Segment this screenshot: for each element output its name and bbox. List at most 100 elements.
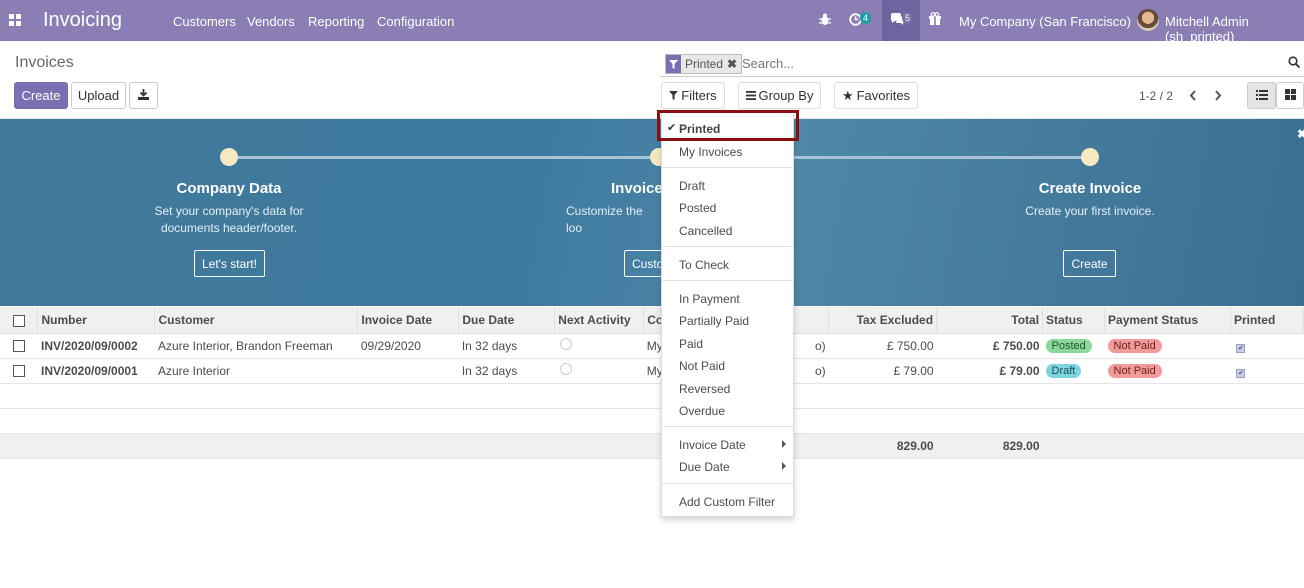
step-desc-company-data: Set your company's data for documents he… (154, 204, 304, 235)
filter-item-printed[interactable]: Printed (679, 122, 720, 136)
cell-customer: Azure Interior (154, 358, 358, 384)
dropdown-divider (662, 167, 793, 168)
pager-value[interactable]: 1-2 / 2 (1139, 89, 1173, 103)
table-row[interactable]: INV/2020/09/0002 Azure Interior, Brandon… (0, 333, 1304, 359)
column-payment-status[interactable]: Payment Status (1104, 307, 1231, 334)
printed-checkbox: ✔ (1236, 368, 1246, 378)
column-number[interactable]: Number (37, 307, 156, 334)
filters-label: Filters (681, 88, 717, 103)
filters-dropdown: ✔ Printed My Invoices Draft Posted Cance… (657, 110, 799, 517)
cell-invoice-date (357, 358, 459, 384)
filter-item-paid[interactable]: Paid (679, 337, 703, 351)
caret-right-icon (782, 462, 786, 470)
control-panel: Invoices Create Upload Printed ✖ Filters… (0, 41, 1304, 119)
empty-row (0, 383, 1304, 409)
customize-button[interactable]: Custo (624, 250, 664, 277)
company-switcher[interactable]: My Company (San Francisco) (959, 14, 1131, 29)
checkmark-icon: ✔ (667, 122, 677, 134)
filter-item-my-invoices[interactable]: My Invoices (679, 145, 742, 159)
menu-reporting[interactable]: Reporting (308, 14, 364, 29)
add-custom-filter[interactable]: Add Custom Filter (679, 495, 775, 509)
menu-configuration[interactable]: Configuration (377, 14, 454, 29)
message-count-badge: 5 (902, 12, 914, 24)
app-title[interactable]: Invoicing (43, 9, 122, 32)
gift-icon[interactable] (929, 12, 941, 28)
search-input[interactable] (742, 56, 1262, 71)
row-checkbox[interactable] (13, 340, 25, 353)
list-bars-icon (745, 88, 756, 103)
create-button[interactable]: Create (14, 82, 68, 109)
column-tax-excluded[interactable]: Tax Excluded (828, 307, 938, 334)
filter-item-invoice-date[interactable]: Invoice Date (679, 438, 746, 452)
user-menu[interactable]: Mitchell Admin (sh_printed) (1165, 14, 1304, 44)
menu-customers[interactable]: Customers (173, 14, 236, 29)
sum-tax-excluded: 829.00 (828, 433, 937, 459)
filter-item-in-payment[interactable]: In Payment (679, 292, 740, 306)
table-row[interactable]: INV/2020/09/0001 Azure Interior In 32 da… (0, 358, 1304, 384)
menu-vendors[interactable]: Vendors (247, 14, 295, 29)
column-due-date[interactable]: Due Date (458, 307, 556, 334)
filter-item-overdue[interactable]: Overdue (679, 404, 725, 418)
filter-item-not-paid[interactable]: Not Paid (679, 359, 725, 373)
filter-facet[interactable]: Printed ✖ (665, 54, 743, 74)
column-printed[interactable]: Printed (1230, 307, 1304, 334)
filters-button[interactable]: Filters (661, 82, 725, 109)
cell-total: £ 750.00 (936, 333, 1043, 359)
row-checkbox[interactable] (13, 365, 25, 378)
user-avatar[interactable] (1137, 9, 1159, 31)
step-dot-company (220, 148, 238, 166)
activity-count-badge: 4 (860, 12, 872, 24)
filter-item-posted[interactable]: Posted (679, 201, 716, 215)
column-invoice-date[interactable]: Invoice Date (357, 307, 460, 334)
select-all-checkbox-cell[interactable] (0, 307, 39, 334)
search-bar[interactable]: Printed ✖ (660, 52, 1304, 77)
pager-next-icon[interactable] (1214, 89, 1222, 104)
caret-right-icon (782, 440, 786, 448)
kanban-grid-icon (1284, 88, 1296, 103)
column-next-activity[interactable]: Next Activity (554, 307, 645, 334)
dropdown-divider (662, 246, 793, 247)
messaging-menu[interactable]: 5 (882, 0, 920, 41)
close-banner-icon[interactable]: ✖ (1297, 127, 1304, 141)
debug-bug-icon[interactable] (819, 13, 831, 29)
payment-status-badge: Not Paid (1107, 339, 1162, 353)
filter-item-cancelled[interactable]: Cancelled (679, 224, 732, 238)
groupby-button[interactable]: Group By (738, 82, 821, 109)
search-icon[interactable] (1288, 56, 1301, 71)
cell-number: INV/2020/09/0001 (37, 358, 155, 384)
filter-item-partially-paid[interactable]: Partially Paid (679, 314, 749, 328)
list-view-button[interactable] (1247, 82, 1276, 109)
table-footer-row: 829.00 829.00 (0, 433, 1304, 459)
facet-remove-icon[interactable]: ✖ (727, 55, 742, 73)
filter-item-due-date[interactable]: Due Date (679, 460, 730, 474)
groupby-label: Group By (758, 88, 814, 103)
column-total[interactable]: Total (936, 307, 1044, 334)
cell-number: INV/2020/09/0002 (37, 333, 155, 359)
select-all-checkbox[interactable] (13, 314, 25, 327)
pager-previous-icon[interactable] (1189, 89, 1197, 104)
favorites-button[interactable]: ★ Favorites (834, 82, 918, 109)
column-customer[interactable]: Customer (154, 307, 359, 334)
lets-start-button[interactable]: Let's start! (194, 250, 265, 277)
empty-row (0, 408, 1304, 434)
download-button[interactable] (129, 82, 158, 109)
printed-checkbox: ✔ (1236, 343, 1246, 353)
filter-item-draft[interactable]: Draft (679, 179, 705, 193)
cell-total: £ 79.00 (936, 358, 1043, 384)
cell-tax-excluded: £ 750.00 (828, 333, 937, 359)
status-badge: Draft (1045, 364, 1082, 378)
create-invoice-button[interactable]: Create (1063, 250, 1116, 277)
dropdown-divider (662, 426, 793, 427)
top-navbar: Invoicing Customers Vendors Reporting Co… (0, 0, 1304, 44)
cell-due-date: In 32 days (458, 358, 555, 384)
column-status[interactable]: Status (1042, 307, 1106, 334)
apps-menu-icon[interactable] (9, 14, 21, 26)
activity-clock-icon[interactable] (559, 338, 572, 350)
activity-clock-icon[interactable] (559, 363, 572, 375)
cell-customer: Azure Interior, Brandon Freeman (154, 333, 358, 359)
filter-item-reversed[interactable]: Reversed (679, 382, 730, 396)
kanban-view-button[interactable] (1276, 82, 1304, 109)
filter-item-to-check[interactable]: To Check (679, 258, 729, 272)
upload-button[interactable]: Upload (71, 82, 126, 109)
dropdown-divider (662, 280, 793, 281)
